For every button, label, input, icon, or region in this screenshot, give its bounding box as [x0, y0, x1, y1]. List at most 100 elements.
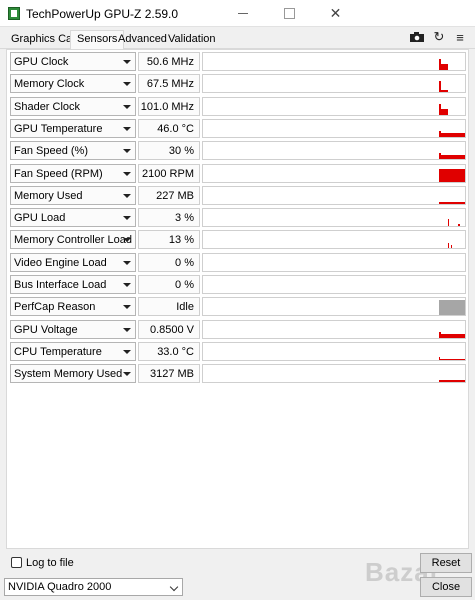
- sensor-value: 2100 RPM: [138, 163, 200, 183]
- sensor-name-label: System Memory Used: [14, 368, 123, 381]
- log-to-file-label: Log to file: [26, 557, 74, 569]
- sensor-value: 0 %: [138, 252, 200, 272]
- sensor-row: GPU Load 3 %: [6, 208, 466, 228]
- sensor-row: Memory Clock 67.5 MHz: [6, 74, 466, 94]
- sensor-value: 67.5 MHz: [138, 74, 200, 94]
- sensor-row: Video Engine Load 0 %: [6, 252, 466, 272]
- device-select[interactable]: NVIDIA Quadro 2000: [4, 578, 183, 596]
- sensor-row: Fan Speed (%) 30 %: [6, 141, 466, 161]
- sensor-name-dropdown[interactable]: Fan Speed (%): [10, 141, 136, 161]
- sensor-name-label: Bus Interface Load: [14, 279, 107, 291]
- sensor-graph-plot: [439, 356, 465, 360]
- sensor-graph-plot: [439, 168, 465, 182]
- sensor-row: Memory Controller Load 13 %: [6, 230, 466, 250]
- sensor-graph: [202, 118, 466, 138]
- sensor-graph-plot: [448, 243, 452, 249]
- sensor-row: GPU Temperature 46.0 °C: [6, 118, 466, 138]
- dropdown-arrow-icon: [123, 126, 131, 131]
- sensor-value: Idle: [138, 297, 200, 317]
- sensor-value: 33.0 °C: [138, 341, 200, 361]
- sensor-graph: [202, 74, 466, 94]
- sensor-name-dropdown[interactable]: Fan Speed (RPM): [10, 163, 136, 183]
- tab-sensors[interactable]: Sensors: [70, 30, 125, 50]
- sensor-name-label: Memory Controller Load: [14, 234, 132, 247]
- dropdown-arrow-icon: [123, 349, 131, 354]
- sensor-graph: [202, 364, 466, 384]
- sensor-graph: [202, 96, 466, 116]
- sensor-name-label: Fan Speed (%): [14, 145, 88, 158]
- sensor-name-dropdown[interactable]: CPU Temperature: [10, 341, 136, 361]
- sensor-row: GPU Clock 50.6 MHz: [6, 52, 466, 71]
- title-bar: TechPowerUp GPU-Z 2.59.0 ✕: [0, 0, 475, 27]
- sensor-name-label: Memory Used: [14, 189, 83, 202]
- sensor-graph: [202, 163, 466, 183]
- sensor-graph: [202, 185, 466, 205]
- log-to-file-checkbox[interactable]: [11, 557, 22, 568]
- maximize-button[interactable]: [266, 0, 312, 27]
- sensor-row: Bus Interface Load 0 %: [6, 275, 466, 294]
- sensor-name-dropdown[interactable]: Video Engine Load: [10, 252, 136, 272]
- dropdown-arrow-icon: [123, 372, 131, 377]
- sensor-graph-plot: [439, 201, 465, 204]
- sensor-graph-plot: [439, 59, 448, 70]
- sensor-value: 50.6 MHz: [138, 52, 200, 71]
- sensor-value: 0.8500 V: [138, 319, 200, 339]
- sensor-name-label: GPU Voltage: [14, 323, 78, 336]
- window-title: TechPowerUp GPU-Z 2.59.0: [26, 7, 179, 21]
- dropdown-arrow-icon: [123, 60, 131, 64]
- sensor-name-label: Shader Clock: [14, 100, 81, 113]
- sensor-name-label: PerfCap Reason: [14, 301, 96, 314]
- sensor-row: CPU Temperature 33.0 °C: [6, 341, 466, 361]
- sensor-name-dropdown[interactable]: PerfCap Reason: [10, 297, 136, 317]
- sensor-name-dropdown[interactable]: GPU Clock: [10, 52, 136, 71]
- sensor-graph: [202, 230, 466, 250]
- dropdown-arrow-icon: [123, 171, 131, 176]
- sensor-name-dropdown[interactable]: System Memory Used: [10, 364, 136, 384]
- sensor-name-dropdown[interactable]: Shader Clock: [10, 96, 136, 116]
- window-close-button[interactable]: ✕: [312, 0, 475, 27]
- sensor-name-dropdown[interactable]: Memory Clock: [10, 74, 136, 94]
- refresh-icon[interactable]: ↻: [431, 29, 447, 44]
- tab-advanced[interactable]: Advanced: [118, 33, 167, 45]
- dropdown-arrow-icon: [123, 327, 131, 332]
- sensor-name-label: GPU Temperature: [14, 122, 103, 135]
- reset-button[interactable]: Reset: [420, 553, 472, 573]
- sensor-graph: [202, 341, 466, 361]
- hamburger-menu-icon[interactable]: ≡: [452, 30, 468, 45]
- minimize-button[interactable]: [220, 0, 266, 27]
- sensor-name-label: Fan Speed (RPM): [14, 167, 103, 180]
- dropdown-arrow-icon: [123, 283, 131, 287]
- sensor-graph: [202, 319, 466, 339]
- close-button[interactable]: Close: [420, 577, 472, 597]
- sensor-row: Fan Speed (RPM) 2100 RPM: [6, 163, 466, 183]
- sensor-row: Memory Used 227 MB: [6, 185, 466, 205]
- sensor-graph-plot: [448, 219, 460, 227]
- sensor-name-dropdown[interactable]: Memory Used: [10, 185, 136, 205]
- sensor-name-label: Memory Clock: [14, 78, 85, 91]
- sensor-value: 227 MB: [138, 185, 200, 205]
- sensor-graph: [202, 275, 466, 294]
- sensor-name-dropdown[interactable]: GPU Voltage: [10, 319, 136, 339]
- tab-strip: Graphics Card Sensors Advanced Validatio…: [0, 27, 475, 50]
- sensor-graph-plot: [439, 81, 448, 93]
- sensor-name-dropdown[interactable]: Memory Controller Load: [10, 230, 136, 250]
- sensor-name-label: CPU Temperature: [14, 345, 102, 358]
- sensor-graph: [202, 141, 466, 161]
- sensor-graph-plot: [203, 276, 466, 294]
- sensor-row: GPU Voltage 0.8500 V: [6, 319, 466, 339]
- tab-validation[interactable]: Validation: [168, 33, 216, 45]
- sensor-value: 13 %: [138, 230, 200, 250]
- sensor-value: 101.0 MHz: [138, 96, 200, 116]
- dropdown-arrow-icon: [123, 305, 131, 310]
- sensor-name-label: Video Engine Load: [14, 256, 107, 269]
- sensor-graph-plot: [439, 300, 465, 316]
- camera-icon[interactable]: [409, 30, 425, 44]
- dropdown-arrow-icon: [123, 216, 131, 221]
- sensor-name-dropdown[interactable]: GPU Temperature: [10, 118, 136, 138]
- gpuz-app-icon: [8, 7, 20, 20]
- sensor-name-dropdown[interactable]: GPU Load: [10, 208, 136, 228]
- sensor-row: System Memory Used 3127 MB: [6, 364, 466, 384]
- sensor-graph-plot: [439, 331, 465, 338]
- sensor-graph: [202, 52, 466, 71]
- sensor-name-dropdown[interactable]: Bus Interface Load: [10, 275, 136, 294]
